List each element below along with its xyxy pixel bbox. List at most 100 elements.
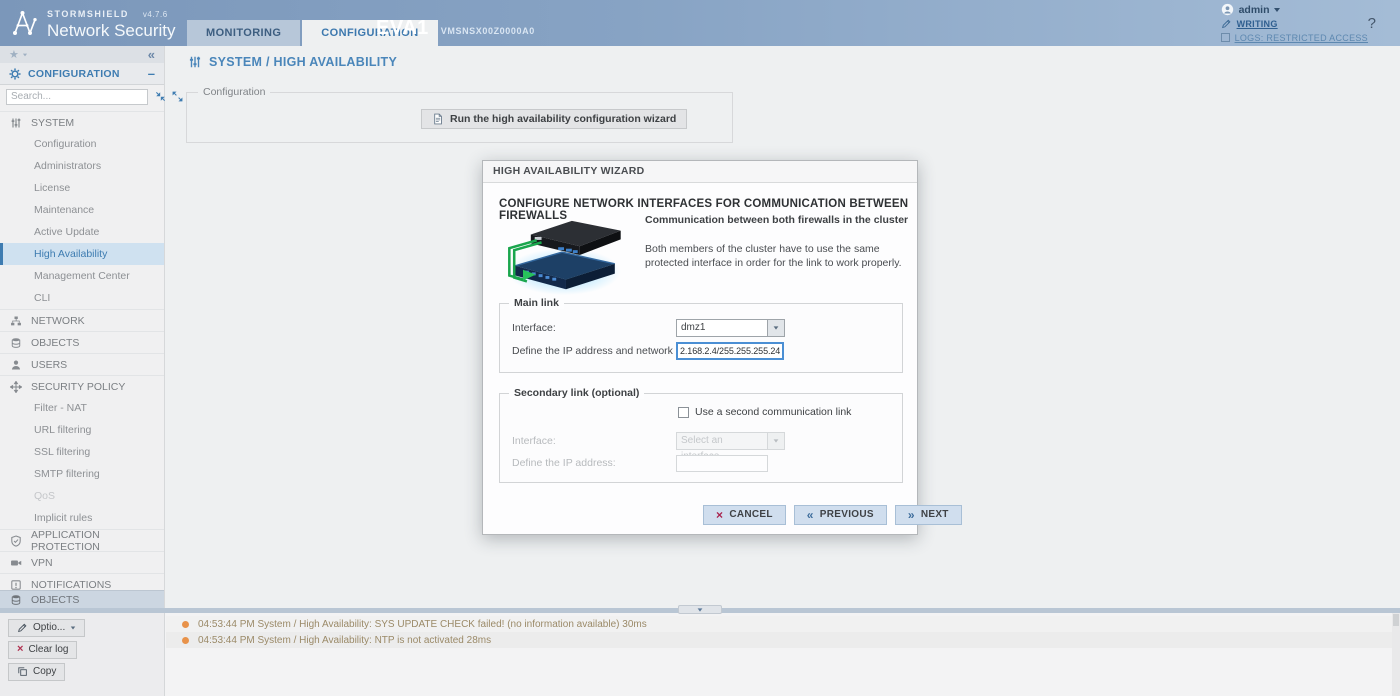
sidebar-collapse-button[interactable]: «	[148, 47, 155, 62]
appliance-info: EVA1 VMSNSX00Z0000A0	[376, 17, 535, 40]
logs-access-label: LOGS: RESTRICTED ACCESS	[1235, 33, 1368, 43]
second-link-checkbox-label: Use a second communication link	[695, 406, 851, 418]
objects-icon	[10, 336, 22, 348]
sidebar-section-system[interactable]: SYSTEM	[0, 111, 164, 133]
secondary-interface-select: Select an interface	[676, 432, 768, 450]
dialog-title: HIGH AVAILABILITY WIZARD	[483, 161, 917, 183]
sidebar: ★ « CONFIGURATION – SYSTEM Configuration…	[0, 46, 165, 608]
second-link-checkbox[interactable]	[678, 407, 689, 418]
pencil-icon	[17, 622, 28, 633]
expand-all-icon[interactable]	[172, 91, 183, 102]
step-subheading: Communication between both firewalls in …	[645, 214, 908, 226]
log-scrollbar[interactable]	[1392, 613, 1400, 696]
tab-monitoring[interactable]: MONITORING	[187, 20, 300, 46]
configuration-box: Configuration Run the high availability …	[186, 92, 733, 143]
sidebar-item-ssl-filtering[interactable]: SSL filtering	[0, 441, 164, 463]
cancel-x-icon: ×	[716, 510, 723, 520]
sidebar-section-users[interactable]: USERS	[0, 353, 164, 375]
module-header[interactable]: CONFIGURATION –	[0, 63, 164, 85]
objects-icon	[10, 594, 22, 606]
logs-access-link[interactable]: LOGS: RESTRICTED ACCESS	[1221, 31, 1368, 44]
sidebar-item-high-availability[interactable]: High Availability	[0, 243, 164, 265]
sidebar-section-notifications[interactable]: NOTIFICATIONS	[0, 573, 164, 590]
secondary-ip-row: Define the IP address:	[512, 457, 890, 469]
sidebar-section-vpn[interactable]: VPN	[0, 551, 164, 573]
sidebar-item-license[interactable]: License	[0, 177, 164, 199]
dialog-body: CONFIGURE NETWORK INTERFACES FOR COMMUNI…	[483, 183, 917, 535]
log-entry[interactable]: 04:53:44 PM System / High Availability: …	[166, 616, 1392, 632]
copy-log-button[interactable]: Copy	[8, 663, 65, 681]
options-caret-icon	[71, 626, 76, 629]
writing-label: WRITING	[1237, 19, 1278, 29]
secondary-interface-row: Interface: Select an interface	[512, 435, 890, 447]
secondary-ip-input	[676, 455, 768, 472]
firewall-cluster-illustration	[501, 215, 629, 299]
collapse-all-icon[interactable]	[155, 91, 166, 102]
main-link-legend: Main link	[509, 297, 564, 309]
run-wizard-button[interactable]: Run the high availability configuration …	[421, 109, 687, 129]
page-title: SYSTEM / HIGH AVAILABILITY	[188, 55, 397, 69]
sidebar-item-implicit-rules[interactable]: Implicit rules	[0, 507, 164, 529]
log-entries: 04:53:44 PM System / High Availability: …	[166, 616, 1392, 648]
ha-wizard-dialog: HIGH AVAILABILITY WIZARD CONFIGURE NETWO…	[482, 160, 918, 535]
document-icon	[432, 113, 444, 125]
interface-row: Interface: dmz1	[512, 322, 890, 334]
sidebar-item-maintenance[interactable]: Maintenance	[0, 199, 164, 221]
sidebar-section-security-policy[interactable]: SECURITY POLICY	[0, 375, 164, 397]
sidebar-item-url-filtering[interactable]: URL filtering	[0, 419, 164, 441]
brand-version: v4.7.6	[143, 10, 168, 19]
search-input[interactable]	[6, 89, 148, 105]
avatar-icon	[1221, 3, 1234, 16]
sidebar-item-cli[interactable]: CLI	[0, 287, 164, 309]
chevron-down-icon	[774, 326, 779, 329]
warning-dot-icon	[182, 637, 189, 644]
chevrons-right-icon: »	[908, 510, 915, 520]
sidebar-section-objects[interactable]: OBJECTS	[0, 331, 164, 353]
sidebar-section-network[interactable]: NETWORK	[0, 309, 164, 331]
objects-panel-bar[interactable]: OBJECTS	[0, 590, 164, 608]
sidebar-item-active-update[interactable]: Active Update	[0, 221, 164, 243]
sidebar-menu: SYSTEM Configuration Administrators Lice…	[0, 108, 164, 590]
appliance-serial: VMSNSX00Z0000A0	[441, 26, 535, 36]
sidebar-item-qos: QoS	[0, 485, 164, 507]
header-user-area: admin WRITING LOGS: RESTRICTED ACCESS	[1221, 3, 1368, 45]
next-button[interactable]: » NEXT	[895, 505, 962, 525]
clear-log-button[interactable]: × Clear log	[8, 641, 77, 659]
log-entry[interactable]: 04:53:44 PM System / High Availability: …	[166, 632, 1392, 648]
brand-company: STORMSHIELD	[47, 9, 129, 19]
ip-mask-row: Define the IP address and network mask:	[512, 345, 890, 357]
warning-dot-icon	[182, 621, 189, 628]
secondary-link-fieldset: Secondary link (optional) Use a second c…	[499, 393, 903, 483]
writing-mode-link[interactable]: WRITING	[1221, 17, 1368, 30]
wizard-footer: × CANCEL « PREVIOUS » NEXT	[703, 505, 962, 525]
module-collapse-button[interactable]: –	[148, 66, 155, 81]
cancel-button[interactable]: × CANCEL	[703, 505, 786, 525]
sidebar-item-management-center[interactable]: Management Center	[0, 265, 164, 287]
main-interface-select[interactable]: dmz1	[676, 319, 768, 337]
sidebar-item-configuration[interactable]: Configuration	[0, 133, 164, 155]
main-ip-input[interactable]	[676, 342, 784, 360]
help-button[interactable]: ?	[1368, 15, 1376, 32]
main-interface-select-arrow[interactable]	[768, 319, 785, 337]
previous-button[interactable]: « PREVIOUS	[794, 505, 887, 525]
favorites-caret-icon	[23, 53, 27, 56]
user-menu[interactable]: admin	[1221, 3, 1368, 16]
brand-logo: STORMSHIELDv4.7.6 Network Security	[10, 4, 175, 41]
log-panel-collapse-handle[interactable]	[678, 605, 722, 614]
favorites-menu[interactable]: ★	[9, 48, 28, 61]
sidebar-item-administrators[interactable]: Administrators	[0, 155, 164, 177]
sidebar-item-filter-nat[interactable]: Filter - NAT	[0, 397, 164, 419]
log-toolbar: Optio... × Clear log Copy	[0, 613, 165, 696]
configuration-box-legend: Configuration	[198, 86, 270, 98]
log-panel: Optio... × Clear log Copy 04:53:44 PM Sy…	[0, 608, 1400, 696]
sidebar-item-smtp-filtering[interactable]: SMTP filtering	[0, 463, 164, 485]
step-description: Both members of the cluster have to use …	[645, 242, 907, 270]
secondary-link-legend: Secondary link (optional)	[509, 387, 644, 399]
module-title: CONFIGURATION	[28, 68, 120, 80]
sidebar-section-application-protection[interactable]: APPLICATION PROTECTION	[0, 529, 164, 551]
log-options-button[interactable]: Optio...	[8, 619, 85, 637]
sidebar-search-row	[0, 85, 164, 108]
chevron-down-icon	[698, 608, 703, 611]
user-icon	[10, 358, 22, 370]
username: admin	[1239, 4, 1270, 16]
